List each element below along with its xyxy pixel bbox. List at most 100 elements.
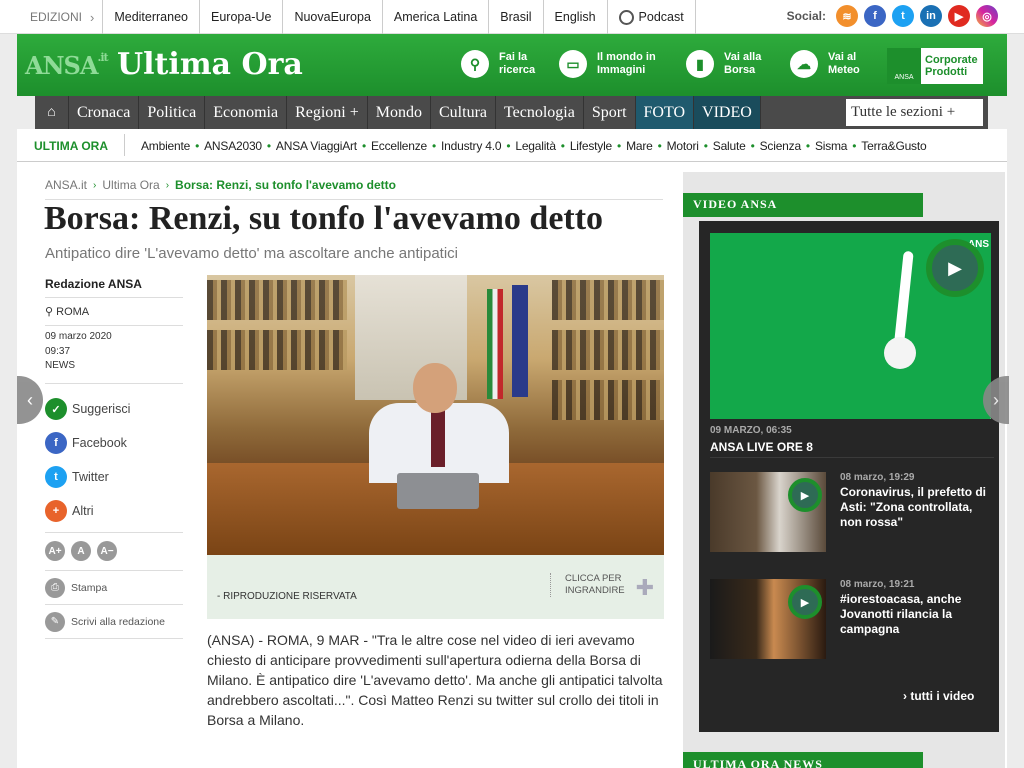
edition-europa-ue[interactable]: Europa-Ue	[199, 0, 282, 34]
right-sidebar: VIDEO ANSA ANS ▶ 09 MARZO, 06:35 ANSA LI…	[683, 172, 1005, 768]
edition-brasil[interactable]: Brasil	[488, 0, 542, 34]
subnav-item[interactable]: ANSA ViaggiArt	[276, 139, 357, 153]
subnav-item[interactable]: Lifestyle	[570, 139, 612, 153]
video-title[interactable]: #iorestoacasa, anche Jovanotti rilancia …	[840, 592, 990, 637]
subnav-item[interactable]: Terra&Gusto	[861, 139, 926, 153]
ansa-logo[interactable]: ANSA.it	[25, 51, 109, 80]
nav-cronaca[interactable]: Cronaca	[69, 96, 140, 129]
corporate-link[interactable]: ANSA Corporate Prodotti	[887, 48, 983, 84]
nav-sport[interactable]: Sport	[584, 96, 636, 129]
divider	[124, 134, 125, 156]
ansa-corporate-logo: ANSA	[887, 48, 921, 84]
rss-icon[interactable]: ≋	[836, 5, 858, 27]
instagram-icon[interactable]: ◎	[976, 5, 998, 27]
weather-link[interactable]: ☁ Vai al Meteo	[790, 50, 860, 78]
plus-icon[interactable]: ✚	[636, 575, 654, 601]
weather-link-label: Vai al Meteo	[828, 51, 860, 76]
article-sidebar: Redazione ANSA ⚲ ROMA 09 marzo 2020 09:3…	[45, 277, 183, 639]
page-section-title[interactable]: Ultima Ora	[117, 47, 303, 82]
stock-link[interactable]: ▮ Vai alla Borsa	[686, 50, 761, 78]
search-link-label: Fai la ricerca	[499, 51, 536, 76]
chevron-right-icon: ›	[90, 9, 95, 25]
subnav-item[interactable]: Scienza	[760, 139, 801, 153]
ultima-ora-label[interactable]: ULTIMA ORA	[34, 139, 108, 153]
plus-icon: +	[45, 500, 67, 522]
subnav-item[interactable]: ANSA2030	[204, 139, 262, 153]
copyright-note: - RIPRODUZIONE RISERVATA	[217, 591, 357, 602]
facebook-icon[interactable]: f	[864, 5, 886, 27]
print-button[interactable]: ⎙ Stampa	[45, 571, 183, 605]
write-editor-button[interactable]: ✎ Scrivi alla redazione	[45, 605, 183, 639]
twitter-icon[interactable]: t	[892, 5, 914, 27]
subnav-item[interactable]: Mare	[626, 139, 653, 153]
podcast-icon	[618, 9, 634, 25]
nav-mondo[interactable]: Mondo	[368, 96, 431, 129]
video-title[interactable]: Coronavirus, il prefetto di Asti: "Zona …	[840, 485, 990, 530]
all-videos-link[interactable]: › tutti i video	[903, 689, 974, 703]
nav-politica[interactable]: Politica	[139, 96, 206, 129]
more-share-button[interactable]: + Altri	[45, 494, 183, 528]
subnav-item[interactable]: Salute	[713, 139, 746, 153]
edition-nuovaeuropa[interactable]: NuovaEuropa	[282, 0, 381, 34]
nav-foto[interactable]: FOTO	[635, 96, 695, 129]
video-camera-icon: ▶	[926, 239, 984, 297]
edition-america-latina[interactable]: America Latina	[381, 0, 488, 34]
article-place: ⚲ ROMA	[45, 298, 183, 326]
suggest-button[interactable]: ✓ Suggerisci	[45, 392, 183, 426]
search-link[interactable]: ⚲ Fai la ricerca	[461, 50, 535, 78]
font-increase-button[interactable]: A+	[45, 541, 65, 561]
video-list-item[interactable]: ▶ 08 marzo, 19:29 Coronavirus, il prefett…	[710, 457, 994, 552]
facebook-share-button[interactable]: f Facebook	[45, 426, 183, 460]
content-area: ANSA.it › Ultima Ora › Borsa: Renzi, su …	[17, 162, 1007, 768]
nav-tecnologia[interactable]: Tecnologia	[496, 96, 584, 129]
nav-economia[interactable]: Economia	[205, 96, 288, 129]
article-subtitle: Antipatico dire 'L'avevamo detto' ma asc…	[45, 245, 458, 262]
video-list-item[interactable]: ▶ 08 marzo, 19:21 #iorestoacasa, anche Jo…	[710, 565, 994, 659]
breadcrumb-current: Borsa: Renzi, su tonfo l'avevamo detto	[175, 178, 396, 192]
social-bar: Social: ≋ f t in ▶ ◎	[787, 5, 998, 27]
photo-caption: - RIPRODUZIONE RISERVATA CLICCA PER INGR…	[207, 555, 664, 619]
main-video-title[interactable]: ANSA LIVE ORE 8	[710, 440, 813, 454]
home-icon[interactable]: ⌂	[35, 96, 69, 129]
youtube-icon[interactable]: ▶	[948, 5, 970, 27]
edition-mediterraneo[interactable]: Mediterraneo	[102, 0, 199, 34]
top-bar: EDIZIONI › Mediterraneo Europa-Ue NuovaE…	[0, 0, 1024, 34]
social-label: Social:	[786, 9, 826, 23]
main-video-thumbnail[interactable]: ANS ▶	[710, 233, 991, 419]
breadcrumb-section[interactable]: Ultima Ora	[102, 178, 159, 192]
main-video-date: 09 MARZO, 06:35	[710, 425, 792, 436]
images-link[interactable]: ▭ Il mondo in Immagini	[559, 50, 656, 78]
breadcrumb-home[interactable]: ANSA.it	[45, 178, 87, 192]
editions-label: EDIZIONI	[30, 10, 83, 24]
print-icon: ⎙	[45, 577, 65, 598]
font-decrease-button[interactable]: A−	[97, 541, 117, 561]
monitor-icon: ▭	[559, 50, 587, 78]
subnav-items: Ambiente • ANSA2030 • ANSA ViaggiArt • Ecce…	[141, 139, 927, 153]
chevron-right-icon: ›	[993, 389, 999, 410]
facebook-icon: f	[45, 432, 67, 454]
subnav-item[interactable]: Ambiente	[141, 139, 190, 153]
article-photo[interactable]	[207, 275, 664, 555]
latest-news-header: ULTIMA ORA NEWS	[683, 752, 923, 768]
subnav-item[interactable]: Motori	[667, 139, 699, 153]
podcast-link[interactable]: Podcast	[606, 0, 696, 34]
twitter-share-button[interactable]: t Twitter	[45, 460, 183, 494]
nav-video[interactable]: VIDEO	[694, 96, 761, 129]
article-title: Borsa: Renzi, su tonfo l'avevamo detto	[44, 200, 604, 237]
nav-cultura[interactable]: Cultura	[431, 96, 496, 129]
all-sections-button[interactable]: Tutte le sezioni +	[846, 99, 983, 126]
subnav-item[interactable]: Legalità	[515, 139, 556, 153]
editions-nav: › Mediterraneo Europa-Ue NuovaEuropa Ame…	[90, 0, 696, 34]
font-size-controls: A+ A A−	[45, 532, 183, 571]
chevron-right-icon: ›	[165, 179, 170, 191]
linkedin-icon[interactable]: in	[920, 5, 942, 27]
subnav-item[interactable]: Sisma	[815, 139, 848, 153]
subnav-item[interactable]: Industry 4.0	[441, 139, 502, 153]
video-box: ANS ▶ 09 MARZO, 06:35 ANSA LIVE ORE 8 ▶ …	[699, 221, 999, 732]
font-normal-button[interactable]: A	[71, 541, 91, 561]
video-thumbnail[interactable]: ▶	[710, 472, 826, 552]
subnav-item[interactable]: Eccellenze	[371, 139, 427, 153]
nav-regioni[interactable]: Regioni +	[287, 96, 368, 129]
video-thumbnail[interactable]: ▶	[710, 579, 826, 659]
edition-english[interactable]: English	[542, 0, 607, 34]
